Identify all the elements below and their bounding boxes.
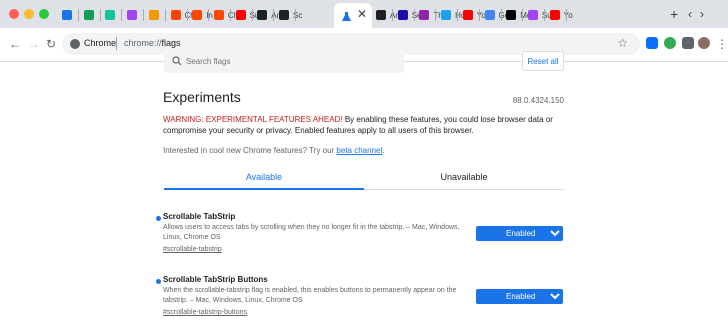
tab-unavailable[interactable]: Unavailable — [364, 165, 564, 190]
flag-description: When the scrollable-tabstrip flag is ena… — [163, 287, 457, 304]
tab-separator — [565, 9, 567, 21]
browser-tab[interactable] — [145, 4, 159, 26]
flag-icon — [376, 10, 386, 20]
flag-icon — [257, 10, 268, 20]
plus-icon — [83, 10, 94, 20]
chrome-icon — [70, 39, 80, 49]
browser-tab[interactable] — [101, 4, 116, 26]
grammarly-extension-icon[interactable] — [664, 37, 676, 49]
page-title: Experiments — [163, 89, 241, 105]
youtube-icon — [235, 10, 246, 20]
tab-separator — [295, 9, 296, 21]
back-arrow-icon[interactable]: ← — [9, 37, 21, 51]
youtube-icon — [462, 10, 473, 20]
reset-all-button[interactable]: Reset all — [522, 51, 564, 71]
close-tab-icon[interactable]: ✕ — [357, 7, 367, 21]
new-tab-button[interactable]: + — [670, 6, 678, 22]
circle-icon — [127, 10, 138, 20]
url-prefix: chrome:// — [124, 38, 162, 48]
omnibox-url: chrome://flags — [124, 38, 181, 48]
forward-arrow-icon[interactable]: → — [28, 37, 40, 51]
flag-anchor-link[interactable]: #scrollable-tabstrip — [163, 246, 222, 253]
modified-dot — [156, 216, 161, 221]
search-icon — [172, 56, 182, 66]
google-icon — [484, 10, 495, 20]
omnibox-scheme: Chrome — [84, 38, 117, 48]
reddit-icon — [170, 10, 181, 20]
tab-strip: Ch In Ch Su An Sc ✕ An Se Th Hc Yo Go Me Su Yo + ‹ › — [0, 0, 728, 28]
circle-icon — [527, 10, 538, 20]
grammarly-icon — [105, 10, 116, 20]
browser-tab[interactable] — [80, 4, 94, 26]
tab-available[interactable]: Available — [164, 165, 364, 190]
flag-state-select[interactable]: Enabled — [476, 226, 563, 241]
minimize-window-button[interactable] — [24, 9, 34, 19]
flags-tabs: Available Unavailable — [164, 165, 564, 190]
medium-icon — [506, 10, 517, 20]
close-window-button[interactable] — [9, 9, 19, 19]
face-icon — [148, 10, 159, 20]
flag-description: Allows users to access tabs by scrolling… — [163, 224, 460, 241]
chevron-right-icon[interactable]: › — [700, 7, 704, 21]
reddit-icon — [213, 10, 224, 20]
bookmark-star-icon[interactable]: ☆ — [617, 36, 628, 50]
flag-state-select[interactable]: Enabled — [476, 289, 563, 304]
version-label: 88.0.4324.150 — [512, 96, 564, 105]
active-tab-flags[interactable]: ✕ — [334, 3, 372, 28]
chevron-left-icon[interactable]: ‹ — [688, 7, 692, 21]
password-manager-icon[interactable] — [646, 37, 658, 49]
slash-icon — [419, 10, 430, 20]
feather-icon — [62, 10, 72, 20]
warning-prefix: WARNING: EXPERIMENTAL FEATURES AHEAD! — [163, 115, 343, 124]
flask-icon — [341, 9, 352, 27]
reddit-icon — [192, 10, 203, 20]
warning-text: WARNING: EXPERIMENTAL FEATURES AHEAD! By… — [163, 114, 571, 136]
maximize-window-button[interactable] — [39, 9, 49, 19]
browser-tab[interactable] — [58, 4, 72, 26]
flag-name: Scrollable TabStrip — [163, 212, 236, 221]
search-flags-box — [164, 50, 404, 73]
browser-tab[interactable]: Yo — [546, 4, 576, 26]
flag-name: Scrollable TabStrip Buttons — [163, 275, 268, 284]
url-path: flags — [161, 38, 181, 48]
interest-suffix: . — [382, 146, 385, 155]
interest-body: Interested in cool new Chrome features? … — [163, 146, 337, 155]
browser-tab[interactable]: Sc — [275, 4, 305, 26]
puzzle-icon[interactable] — [682, 37, 694, 49]
flag-icon — [279, 10, 289, 20]
twitter-icon — [441, 10, 452, 20]
flag-anchor-link[interactable]: #scrollable-tabstrip-buttons — [163, 309, 247, 316]
reload-icon[interactable]: ↻ — [46, 37, 56, 51]
youtube-icon — [549, 10, 560, 20]
interest-text: Interested in cool new Chrome features? … — [163, 146, 384, 155]
s-icon — [397, 10, 408, 20]
omnibox-divider — [116, 37, 117, 50]
beta-channel-link[interactable]: beta channel — [336, 146, 382, 155]
modified-dot — [156, 279, 161, 284]
kebab-menu-icon[interactable]: ⋮ — [716, 37, 728, 51]
avatar[interactable] — [698, 37, 710, 49]
browser-tab[interactable] — [123, 4, 138, 26]
search-input[interactable] — [186, 53, 396, 70]
